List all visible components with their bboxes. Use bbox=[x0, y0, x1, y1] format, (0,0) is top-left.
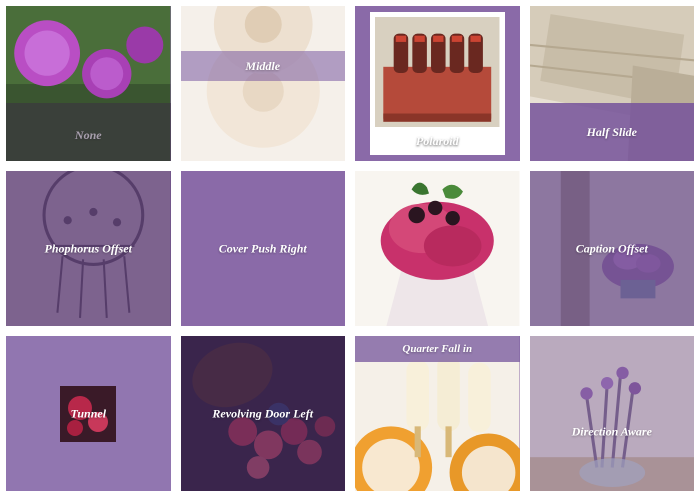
middle-band: Middle bbox=[181, 51, 346, 81]
tile-quarterfall[interactable]: Quarter Fall in bbox=[355, 336, 520, 491]
tile-halfslide[interactable]: Half Slide bbox=[530, 6, 695, 161]
polaroid-image bbox=[375, 17, 500, 127]
bottom-shade bbox=[6, 103, 171, 161]
tile-coverpush[interactable]: Cover Push Right bbox=[181, 171, 346, 326]
tile-polaroid[interactable]: Polaroid bbox=[355, 6, 520, 161]
caption-middle: Middle bbox=[245, 59, 280, 74]
overlay-direction bbox=[530, 336, 695, 491]
tile-captionoffset[interactable]: Caption Offset bbox=[530, 171, 695, 326]
caption-tunnel: Tunnel bbox=[70, 406, 106, 421]
caption-halfslide: Half Slide bbox=[587, 125, 637, 140]
caption-revolving: Revolving Door Left bbox=[212, 406, 313, 421]
tile-none[interactable]: None bbox=[6, 6, 171, 161]
gallery-grid: None Middle Polaroid Half Slide Phophoru… bbox=[0, 0, 700, 497]
halfslide-panel: Half Slide bbox=[530, 103, 695, 161]
tile-icecream[interactable] bbox=[355, 171, 520, 326]
caption-coverpush: Cover Push Right bbox=[219, 241, 307, 256]
tile-middle[interactable]: Middle bbox=[181, 6, 346, 161]
caption-phophorus: Phophorus Offset bbox=[45, 241, 132, 256]
caption-captionoffset: Caption Offset bbox=[576, 241, 648, 256]
tile-revolving[interactable]: Revolving Door Left bbox=[181, 336, 346, 491]
tile-direction[interactable]: Direction Aware bbox=[530, 336, 695, 491]
caption-polaroid: Polaroid bbox=[416, 134, 459, 149]
tile-tunnel[interactable]: Tunnel bbox=[6, 336, 171, 491]
quarterfall-band: Quarter Fall in bbox=[355, 336, 520, 362]
caption-quarterfall: Quarter Fall in bbox=[402, 343, 472, 355]
tile-phophorus[interactable]: Phophorus Offset bbox=[6, 171, 171, 326]
caption-direction: Direction Aware bbox=[572, 425, 652, 440]
